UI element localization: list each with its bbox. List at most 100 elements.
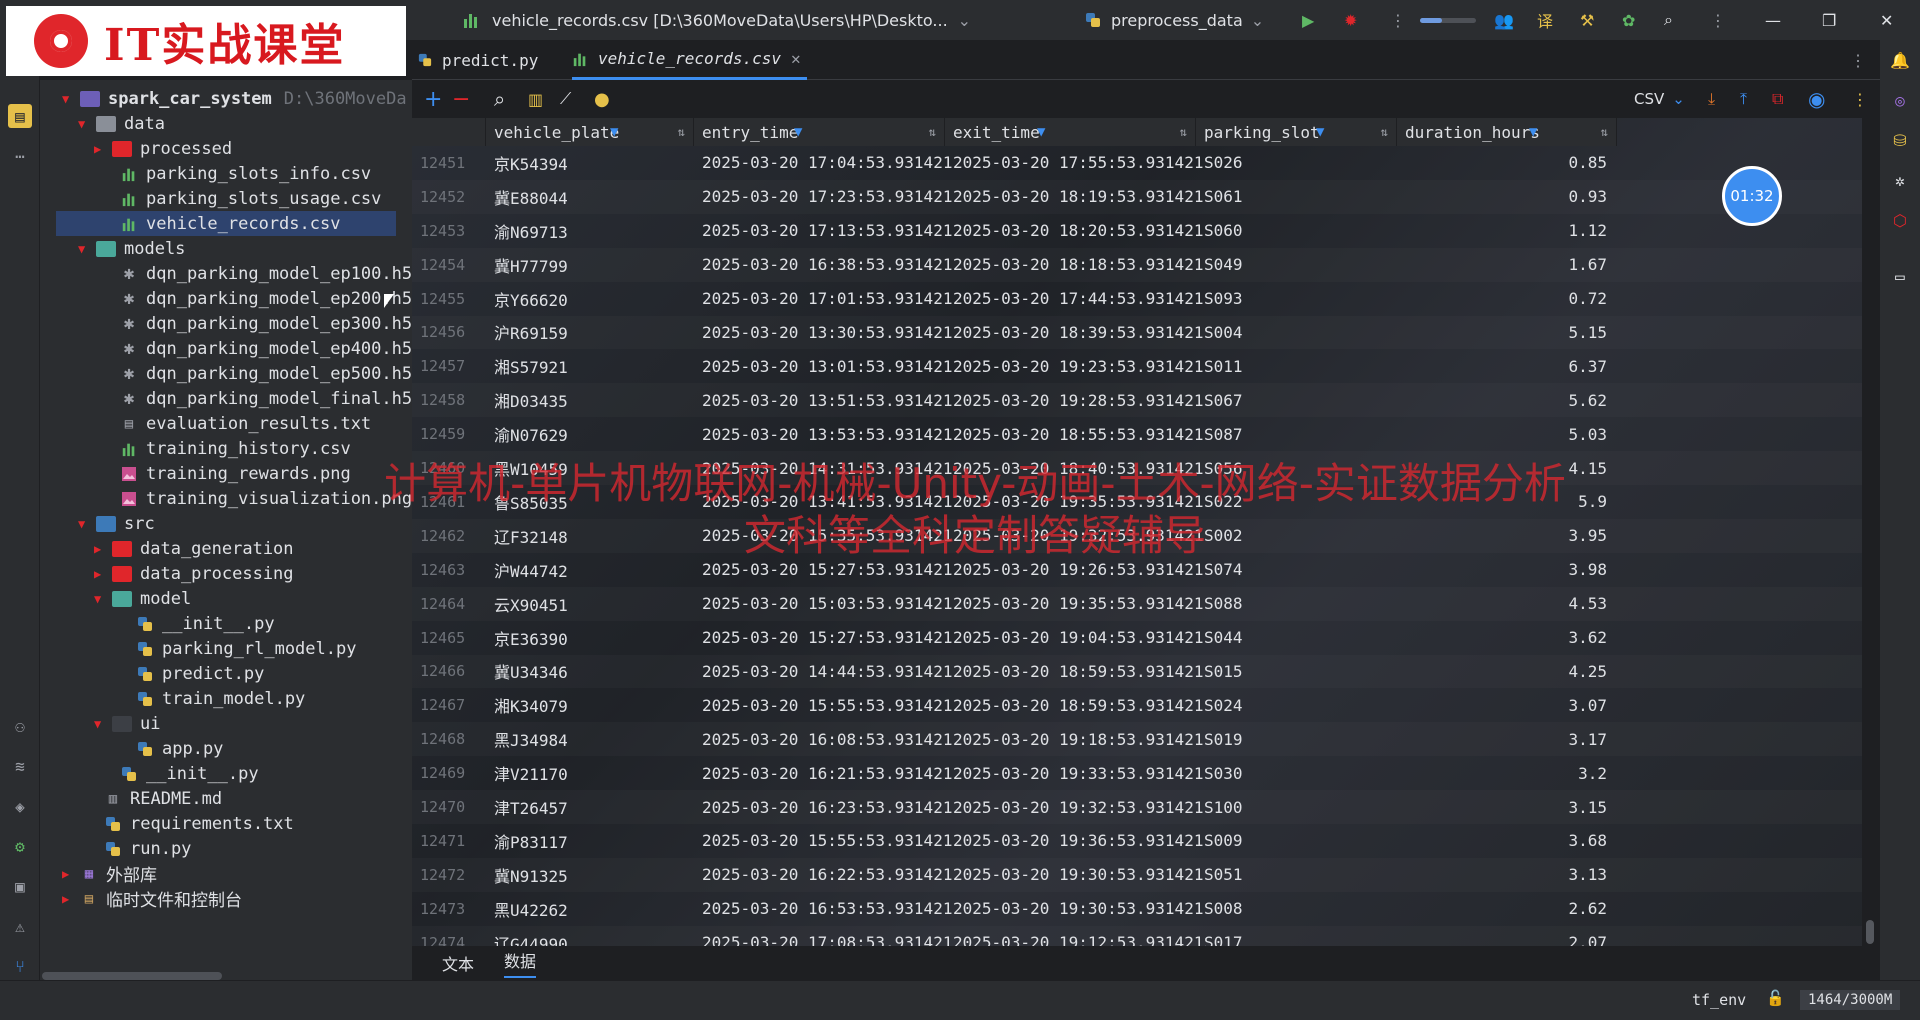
- duration-hours-cell[interactable]: 3.07: [1397, 688, 1617, 722]
- exit-time-cell[interactable]: 2025-03-20 19:33:53.931421: [945, 756, 1203, 790]
- entry-time-cell[interactable]: 2025-03-20 15:55:53.931421: [694, 824, 952, 858]
- sort-icon[interactable]: ⇅: [1601, 125, 1608, 139]
- vehicle-plate-cell[interactable]: 辽G44990: [486, 926, 694, 946]
- entry-time-cell[interactable]: 2025-03-20 13:01:53.931421: [694, 349, 952, 383]
- vehicle-plate-cell[interactable]: 渝N69713: [486, 214, 694, 248]
- parking-slot-cell[interactable]: S030: [1196, 756, 1397, 790]
- tree-item-app-py[interactable]: app.py: [136, 736, 223, 761]
- entry-time-cell[interactable]: 2025-03-20 15:27:53.931421: [694, 553, 952, 587]
- exit-time-cell[interactable]: 2025-03-20 18:59:53.931421: [945, 655, 1203, 689]
- tab-options-icon[interactable]: ⋮: [1850, 40, 1866, 80]
- exit-time-cell[interactable]: 2025-03-20 19:12:53.931421: [945, 926, 1203, 946]
- column-filter-icon[interactable]: ▥: [528, 79, 543, 119]
- tools-icon[interactable]: ⚒: [1580, 0, 1594, 40]
- duration-hours-cell[interactable]: 3.15: [1397, 790, 1617, 824]
- sort-icon[interactable]: ⇅: [929, 125, 936, 139]
- tree-item-processed[interactable]: ▶ processed: [94, 136, 232, 161]
- entry-time-cell[interactable]: 2025-03-20 16:53:53.931421: [694, 892, 952, 926]
- entry-time-cell[interactable]: 2025-03-20 16:22:53.931421: [694, 858, 952, 892]
- parking-slot-cell[interactable]: S015: [1196, 655, 1397, 689]
- duration-hours-cell[interactable]: 3.2: [1397, 756, 1617, 790]
- tree-item-parking-rl-model-py[interactable]: parking_rl_model.py: [136, 636, 356, 661]
- duration-hours-cell[interactable]: 2.62: [1397, 892, 1617, 926]
- exit-time-cell[interactable]: 2025-03-20 17:44:53.931421: [945, 282, 1203, 316]
- entry-time-cell[interactable]: 2025-03-20 17:04:53.931421: [694, 146, 952, 180]
- close-icon[interactable]: ✕: [1880, 0, 1893, 40]
- table-row[interactable]: 12466 冀U34346 2025-03-20 14:44:53.931421 20…: [412, 655, 1862, 689]
- tree-item-training-visualization-png[interactable]: training_visualization.png: [120, 486, 412, 511]
- ai-assistant-icon[interactable]: ✿: [1622, 0, 1635, 40]
- parking-slot-cell[interactable]: S011: [1196, 349, 1397, 383]
- table-row[interactable]: 12453 渝N69713 2025-03-20 17:13:53.931421 20…: [412, 214, 1862, 248]
- duration-hours-cell[interactable]: 3.62: [1397, 621, 1617, 655]
- table-row[interactable]: 12459 渝N07629 2025-03-20 13:53:53.931421 20…: [412, 417, 1862, 451]
- filter-icon[interactable]: ▼: [1529, 124, 1537, 140]
- table-row[interactable]: 12470 津T26457 2025-03-20 16:23:53.931421 20…: [412, 790, 1862, 824]
- problems-icon[interactable]: ⚠: [8, 914, 32, 938]
- more-tools-icon[interactable]: …: [8, 140, 32, 164]
- exit-time-cell[interactable]: 2025-03-20 18:39:53.931421: [945, 316, 1203, 350]
- parking-slot-cell[interactable]: S022: [1196, 485, 1397, 519]
- column-header-vehicle-plate[interactable]: vehicle_plate ▼ ⇅: [486, 118, 694, 146]
- vehicle-plate-cell[interactable]: 冀E88044: [486, 180, 694, 214]
- project-tool-icon[interactable]: ▤: [8, 104, 32, 128]
- duration-hours-cell[interactable]: 2.07: [1397, 926, 1617, 946]
- table-row[interactable]: 12454 冀H77799 2025-03-20 16:38:53.931421 20…: [412, 248, 1862, 282]
- duration-hours-cell[interactable]: 3.13: [1397, 858, 1617, 892]
- vehicle-plate-cell[interactable]: 冀U34346: [486, 655, 694, 689]
- vehicle-plate-cell[interactable]: 京K54394: [486, 146, 694, 180]
- vehicle-plate-cell[interactable]: 津V21170: [486, 756, 694, 790]
- vehicle-plate-cell[interactable]: 渝P83117: [486, 824, 694, 858]
- entry-time-cell[interactable]: 2025-03-20 15:35:53.931421: [694, 519, 952, 553]
- git-icon[interactable]: ⑂: [8, 954, 32, 978]
- exit-time-cell[interactable]: 2025-03-20 19:35:53.931421: [945, 485, 1203, 519]
- duration-hours-cell[interactable]: 0.93: [1397, 180, 1617, 214]
- parking-slot-cell[interactable]: S044: [1196, 621, 1397, 655]
- column-header-parking-slot[interactable]: parking_slot ▼ ⇅: [1196, 118, 1397, 146]
- settings-menu-icon[interactable]: ⋮: [1710, 0, 1726, 40]
- vehicle-plate-cell[interactable]: 渝N07629: [486, 417, 694, 451]
- tree-item-models[interactable]: ▼ models: [78, 236, 185, 261]
- parking-slot-cell[interactable]: S051: [1196, 858, 1397, 892]
- filter-icon[interactable]: ▼: [610, 124, 618, 140]
- entry-time-cell[interactable]: 2025-03-20 14:31:53.931421: [694, 451, 952, 485]
- table-row[interactable]: 12463 沪W44742 2025-03-20 15:27:53.931421 20…: [412, 553, 1862, 587]
- vehicle-plate-cell[interactable]: 湘D03435: [486, 383, 694, 417]
- duration-hours-cell[interactable]: 4.15: [1397, 451, 1617, 485]
- code-with-me-icon[interactable]: 👥: [1494, 0, 1514, 40]
- tree-item-requirements-txt[interactable]: requirements.txt: [104, 811, 294, 836]
- table-row[interactable]: 12474 辽G44990 2025-03-20 17:08:53.931421 20…: [412, 926, 1862, 946]
- parking-slot-cell[interactable]: S074: [1196, 553, 1397, 587]
- tree-item-dqn-parking-model-ep200-h5[interactable]: ✱ dqn_parking_model_ep200.h5: [120, 286, 412, 311]
- import-icon[interactable]: ⤒: [1740, 79, 1747, 119]
- notifications-icon[interactable]: 🔔: [1888, 48, 1912, 72]
- exit-time-cell[interactable]: 2025-03-20 18:18:53.931421: [945, 248, 1203, 282]
- more-actions-icon[interactable]: ⋮: [1390, 0, 1406, 40]
- table-row[interactable]: 12465 京E36390 2025-03-20 15:27:53.931421 20…: [412, 621, 1862, 655]
- exit-time-cell[interactable]: 2025-03-20 17:55:53.931421: [945, 146, 1203, 180]
- debug-icon[interactable]: ✹: [1344, 0, 1357, 40]
- duration-hours-cell[interactable]: 1.12: [1397, 214, 1617, 248]
- tree-item-data[interactable]: ▼ data: [78, 111, 165, 136]
- parking-slot-cell[interactable]: S049: [1196, 248, 1397, 282]
- entry-time-cell[interactable]: 2025-03-20 16:08:53.931421: [694, 722, 952, 756]
- vehicle-plate-cell[interactable]: 冀H77799: [486, 248, 694, 282]
- tree-item-predict-py[interactable]: predict.py: [136, 661, 264, 686]
- search-icon[interactable]: ⌕: [1664, 0, 1673, 40]
- entry-time-cell[interactable]: 2025-03-20 17:08:53.931421: [694, 926, 952, 946]
- duration-hours-cell[interactable]: 3.95: [1397, 519, 1617, 553]
- view-icon[interactable]: ◉: [1808, 79, 1825, 119]
- parking-slot-cell[interactable]: S002: [1196, 519, 1397, 553]
- parking-slot-cell[interactable]: S088: [1196, 587, 1397, 621]
- exit-time-cell[interactable]: 2025-03-20 19:30:53.931421: [945, 858, 1203, 892]
- format-selector[interactable]: CSV ⌄: [1634, 79, 1685, 119]
- tree-item-dqn-parking-model-ep100-h5[interactable]: ✱ dqn_parking_model_ep100.h5: [120, 261, 412, 286]
- database-icon[interactable]: ⛁: [1888, 128, 1912, 152]
- tree-item-training-history-csv[interactable]: training_history.csv: [120, 436, 351, 461]
- exit-time-cell[interactable]: 2025-03-20 19:30:53.931421: [945, 892, 1203, 926]
- vehicle-plate-cell[interactable]: 鲁S85035: [486, 485, 694, 519]
- more-options-icon[interactable]: ⋮: [1852, 79, 1868, 119]
- plugin-icon[interactable]: ✲: [1888, 168, 1912, 192]
- column-header-duration-hours[interactable]: duration_hours ▼ ⇅: [1397, 118, 1617, 146]
- tab-vehicle-records-csv[interactable]: vehicle_records.csv ✕: [572, 40, 807, 80]
